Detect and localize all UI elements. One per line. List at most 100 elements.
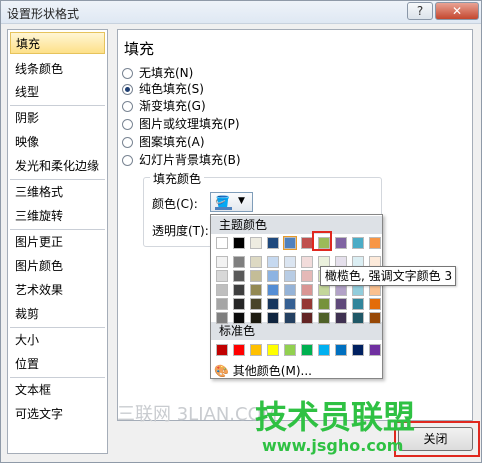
radio-solid-fill[interactable]: 纯色填充(S) [122, 81, 204, 97]
color-swatch[interactable] [267, 237, 279, 249]
color-swatch[interactable] [233, 270, 245, 282]
radio-button[interactable] [122, 101, 133, 112]
color-swatch[interactable] [250, 270, 262, 282]
standard-colors-heading: 标准色 [211, 322, 382, 340]
color-swatch[interactable] [301, 270, 313, 282]
color-swatch[interactable] [250, 237, 262, 249]
color-swatch[interactable] [216, 344, 228, 356]
color-swatch[interactable] [318, 312, 330, 324]
color-swatch[interactable] [267, 312, 279, 324]
color-label: 颜色(C): [152, 197, 198, 211]
color-swatch[interactable] [301, 312, 313, 324]
transparency-label: 透明度(T): [152, 224, 209, 238]
chevron-down-icon: ▼ [238, 196, 245, 206]
color-swatch[interactable] [267, 270, 279, 282]
sidebar-item-shadow[interactable]: 阴影 [10, 107, 105, 129]
close-window-button[interactable]: ✕ [435, 2, 479, 20]
color-swatch[interactable] [267, 344, 279, 356]
color-swatch[interactable] [233, 312, 245, 324]
color-swatch[interactable] [369, 344, 381, 356]
radio-slide-background-fill[interactable]: 幻灯片背景填充(B) [122, 152, 241, 168]
sidebar-divider [10, 377, 105, 378]
color-swatch[interactable] [216, 270, 228, 282]
radio-no-fill[interactable]: 无填充(N) [122, 65, 193, 81]
sidebar-item-fill[interactable]: 填充 [10, 32, 105, 54]
radio-picture-fill[interactable]: 图片或纹理填充(P) [122, 116, 240, 132]
color-swatch[interactable] [352, 312, 364, 324]
sidebar-item-crop[interactable]: 裁剪 [10, 303, 105, 325]
color-swatch[interactable] [267, 284, 279, 296]
color-swatch[interactable] [250, 298, 262, 310]
radio-label: 渐变填充(G) [139, 99, 206, 113]
swatch-tooltip: 橄榄色, 强调文字颜色 3 [320, 266, 456, 286]
color-swatch[interactable] [233, 344, 245, 356]
sidebar-item-size[interactable]: 大小 [10, 329, 105, 351]
color-swatch[interactable] [335, 237, 347, 249]
sidebar-item-3d-format[interactable]: 三维格式 [10, 181, 105, 203]
color-swatch[interactable] [369, 298, 381, 310]
group-title: 填充颜色 [150, 170, 205, 187]
radio-label: 纯色填充(S) [139, 82, 204, 96]
watermark-url: www.jsgho.com [262, 436, 404, 455]
radio-button[interactable] [122, 84, 133, 95]
color-swatch[interactable] [352, 237, 364, 249]
sidebar-item-artistic-effects[interactable]: 艺术效果 [10, 279, 105, 301]
color-swatch[interactable] [301, 344, 313, 356]
color-swatch[interactable] [216, 284, 228, 296]
sidebar-item-picture-color[interactable]: 图片颜色 [10, 255, 105, 277]
sidebar-item-text-box[interactable]: 文本框 [10, 379, 105, 401]
color-swatch[interactable] [250, 344, 262, 356]
color-swatch[interactable] [318, 344, 330, 356]
sidebar-item-reflection[interactable]: 映像 [10, 131, 105, 153]
sidebar-item-alt-text[interactable]: 可选文字 [10, 403, 105, 425]
color-swatch[interactable] [233, 284, 245, 296]
radio-label: 幻灯片背景填充(B) [139, 153, 241, 167]
sidebar-item-line-style[interactable]: 线型 [10, 81, 105, 103]
color-swatch[interactable] [216, 256, 228, 268]
radio-gradient-fill[interactable]: 渐变填充(G) [122, 98, 206, 114]
color-swatch[interactable] [250, 256, 262, 268]
help-button[interactable]: ? [407, 2, 433, 20]
color-swatch[interactable] [216, 237, 228, 249]
radio-pattern-fill[interactable]: 图案填充(A) [122, 134, 205, 150]
color-picker-button[interactable]: 🪣 ▼ [210, 192, 253, 212]
color-swatch[interactable] [250, 284, 262, 296]
color-swatch[interactable] [233, 298, 245, 310]
color-swatch[interactable] [369, 237, 381, 249]
color-swatch[interactable] [233, 256, 245, 268]
color-swatch[interactable] [318, 298, 330, 310]
color-swatch[interactable] [352, 298, 364, 310]
more-colors-option[interactable]: 🎨 其他颜色(M)... [214, 362, 312, 379]
color-swatch[interactable] [335, 312, 347, 324]
color-swatch[interactable] [233, 237, 245, 249]
color-swatch[interactable] [301, 284, 313, 296]
color-swatch[interactable] [284, 256, 296, 268]
sidebar-item-picture-corrections[interactable]: 图片更正 [10, 231, 105, 253]
color-swatch[interactable] [352, 344, 364, 356]
sidebar-item-glow[interactable]: 发光和柔化边缘 [10, 155, 105, 177]
current-color-bar [215, 207, 232, 210]
color-swatch[interactable] [267, 256, 279, 268]
color-swatch[interactable] [369, 312, 381, 324]
watermark-left: 三联网 3LIAN.COM [117, 404, 278, 425]
color-swatch[interactable] [284, 344, 296, 356]
color-swatch[interactable] [216, 312, 228, 324]
radio-button[interactable] [122, 155, 133, 166]
color-swatch[interactable] [301, 256, 313, 268]
color-swatch[interactable] [284, 284, 296, 296]
radio-button[interactable] [122, 68, 133, 79]
color-swatch[interactable] [284, 312, 296, 324]
color-swatch[interactable] [335, 298, 347, 310]
color-swatch[interactable] [267, 298, 279, 310]
radio-button[interactable] [122, 119, 133, 130]
sidebar-item-position[interactable]: 位置 [10, 353, 105, 375]
radio-button[interactable] [122, 137, 133, 148]
color-swatch[interactable] [216, 298, 228, 310]
color-swatch[interactable] [284, 298, 296, 310]
color-swatch[interactable] [335, 344, 347, 356]
color-swatch[interactable] [284, 270, 296, 282]
color-swatch[interactable] [250, 312, 262, 324]
sidebar-item-line-color[interactable]: 线条颜色 [10, 58, 105, 80]
sidebar-item-3d-rotation[interactable]: 三维旋转 [10, 205, 105, 227]
color-swatch[interactable] [301, 298, 313, 310]
